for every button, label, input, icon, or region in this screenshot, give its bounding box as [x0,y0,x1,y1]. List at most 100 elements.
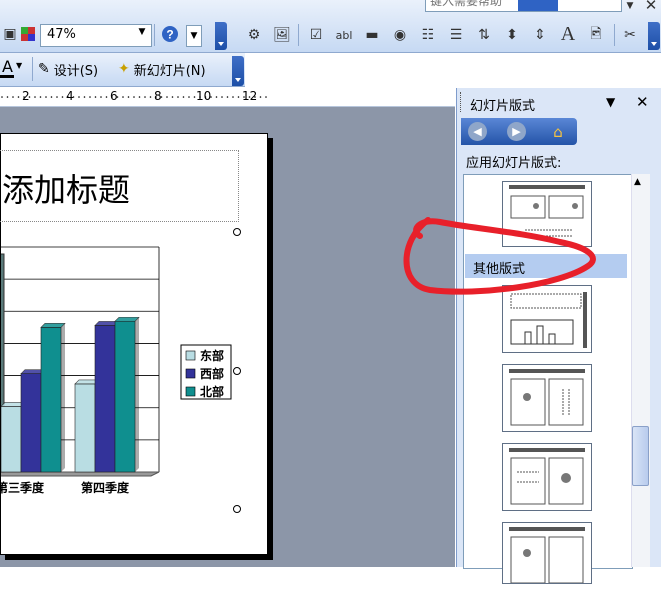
ruler-tick [265,96,267,98]
layout-thumbnail[interactable] [502,285,592,353]
paste-icon[interactable]: ▣ [0,24,20,44]
design-icon: ✎ [38,61,50,77]
format-icon[interactable]: ⚙ [244,25,264,45]
bar [1,406,22,473]
pane-menu-icon[interactable]: ▼ [606,95,615,109]
chevron-down-icon[interactable]: ▼ [620,0,640,16]
layout-thumbnail[interactable] [502,181,592,247]
color-grayscale-icon[interactable] [18,24,38,44]
category-label: 第三季度 [1,480,45,495]
toolbar-divider [154,24,155,46]
plot-floor [1,471,160,477]
column-chart[interactable]: 第三季度 第四季度 东部西部北部 [1,234,267,614]
legend-swatch [185,386,196,397]
help-search-box[interactable] [425,0,622,12]
picture-format-icon[interactable]: 🖼 [272,25,292,45]
design-button[interactable]: ✎ 设计(S) [38,58,98,80]
ruler-label: 6 [110,89,118,103]
ruler-tick [50,96,53,98]
ruler-tick [94,96,97,98]
font-color-bar [0,75,14,78]
ruler-tick [177,96,179,98]
pane-grip [460,92,464,112]
ruler-tick [237,96,240,98]
help-icon[interactable]: ? [160,24,180,44]
image-icon[interactable]: 🖻 [586,25,606,45]
chevron-down-icon[interactable]: ▼ [16,61,22,70]
radio-icon[interactable]: ◉ [390,25,410,45]
ruler-tick [171,96,174,98]
legend-entry: 北部 [200,384,224,399]
toggle-icon[interactable]: ⇅ [474,25,494,45]
toolbar-options-grip[interactable] [232,56,244,86]
listbox-icon[interactable]: ☷ [418,25,438,45]
ruler-tick [226,96,229,98]
layout-thumbnail[interactable] [502,443,592,511]
more-controls-icon[interactable]: ✂ [620,25,640,45]
help-search-input[interactable] [426,0,524,9]
category-label: 第四季度 [81,480,130,495]
ruler-tick [61,96,64,98]
combobox-icon[interactable]: ☰ [446,25,466,45]
new-slide-label: 新幻灯片(N) [133,63,206,79]
new-slide-button[interactable]: ✦ 新幻灯片(N) [118,58,206,80]
layout-section-other: 其他版式 [465,254,627,278]
back-icon[interactable]: ◀ [468,122,487,141]
ruler-tick [34,96,36,98]
zoom-dropdown-arrow[interactable]: ▼ [186,25,202,47]
slide-canvas[interactable]: 添加标题 第三季度 第四季度 东部 西部 北部 [0,133,268,555]
resize-handle[interactable] [233,505,241,513]
bar [94,325,116,473]
bar-side [135,317,139,472]
font-color-button[interactable]: A ▼ [0,57,26,79]
close-icon[interactable]: ✕ [636,93,649,111]
font-color-letter: A [2,57,13,76]
ruler-tick [83,96,86,98]
title-placeholder[interactable]: 添加标题 [0,150,239,222]
apply-layout-label: 应用幻灯片版式: [466,156,562,171]
ruler-tick [17,96,20,98]
resize-handle[interactable] [233,228,241,236]
spinner-icon[interactable]: ⬍ [502,25,522,45]
button-control-icon[interactable]: ▬ [362,25,382,45]
ruler-tick [45,96,47,98]
bar-side [61,323,65,472]
checkbox-icon[interactable]: ☑ [306,25,326,45]
zoom-select[interactable]: 47% ▼ [40,24,152,47]
design-label: 设计(S) [53,63,99,79]
zoom-value: 47% [47,27,76,42]
ruler-tick [133,96,135,98]
ruler-tick [138,96,141,98]
scrollbar-icon[interactable]: ⇕ [530,25,550,45]
layout-thumbnail[interactable] [502,522,592,584]
ruler-tick [259,96,262,98]
toolbar-options-grip[interactable] [648,22,660,50]
ruler-label: 2 [22,89,30,103]
legend-swatch [185,368,196,379]
scrollbar-thumb[interactable] [632,426,649,486]
bar-top [114,316,140,322]
help-search-button[interactable] [518,0,558,11]
legend-entry: 西部 [200,366,224,381]
horizontal-ruler: 2 4 6 8 10 12 [0,88,455,107]
chevron-down-icon[interactable]: ▼ [135,27,149,43]
home-icon[interactable]: ⌂ [548,122,568,142]
ruler-label: 8 [154,89,162,103]
resize-handle[interactable] [233,367,241,375]
forward-icon[interactable]: ▶ [507,122,526,141]
layout-thumbnail[interactable] [502,364,592,432]
layout-scrollbar[interactable] [631,174,650,567]
ruler-tick [144,96,146,98]
label-icon[interactable]: A [558,23,578,45]
toolbar-options-grip[interactable] [215,22,227,50]
ruler-tick [89,96,91,98]
bar [40,327,62,473]
ruler-label: 10 [196,89,212,103]
ruler-tick [78,96,80,98]
textbox-icon[interactable]: abl [334,25,354,45]
ruler-tick [182,96,185,98]
scroll-up-icon[interactable]: ▲ [634,177,641,187]
ruler-tick [232,96,234,98]
slide-title: 添加标题 [2,171,131,209]
close-icon[interactable]: ✕ [641,0,661,15]
